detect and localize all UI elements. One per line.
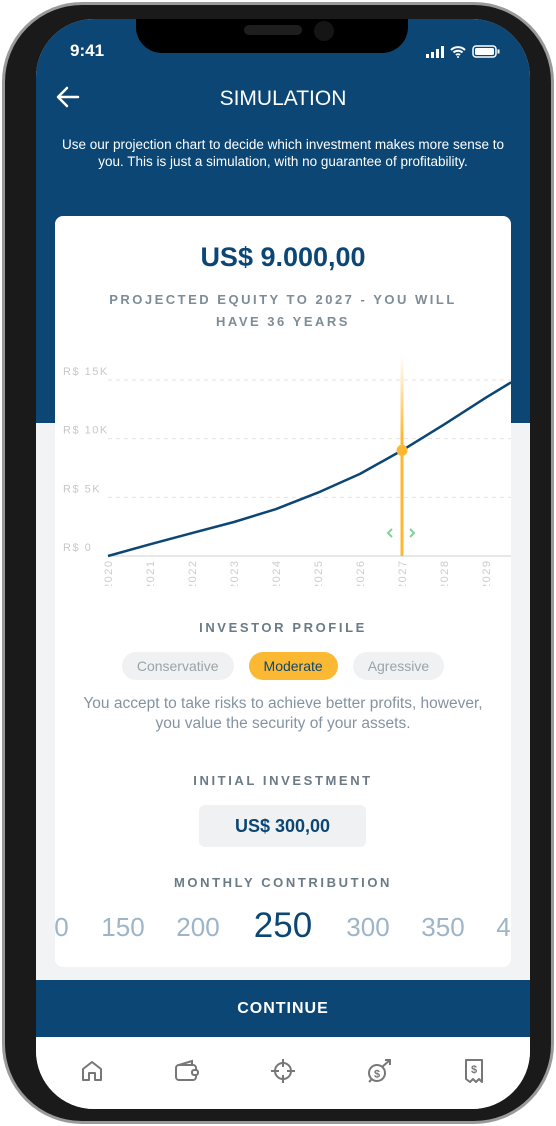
projected-amount: US$ 9.000,00 xyxy=(200,242,366,272)
contribution-option-selected[interactable]: 250 xyxy=(254,906,312,946)
x-tick-label: 2022 xyxy=(187,560,199,586)
selected-point xyxy=(396,444,408,456)
contribution-option[interactable]: 350 xyxy=(421,912,464,943)
monthly-contribution-picker[interactable]: 100 150 200 250 300 350 400 xyxy=(55,906,511,950)
selection-line xyxy=(400,356,404,556)
chevron-left-icon xyxy=(386,528,393,538)
projection-label: PROJECTED EQUITY TO 2027 - YOU WILL HAVE… xyxy=(109,292,457,329)
x-tick-label: 2029 xyxy=(481,560,493,586)
screen: 9:41 SIMULATION Use our projection chart… xyxy=(36,19,530,1109)
investment-growth-icon: $ xyxy=(367,1059,391,1083)
continue-button[interactable]: CONTINUE xyxy=(36,980,530,1037)
battery-icon xyxy=(472,45,500,58)
x-tick-label: 2024 xyxy=(271,560,283,586)
contribution-option[interactable]: 200 xyxy=(176,912,219,943)
profile-description: You accept to take risks to achieve bett… xyxy=(83,695,483,732)
contribution-option[interactable]: 300 xyxy=(346,912,389,943)
receipt-icon: $ xyxy=(465,1059,484,1083)
initial-investment-label: INITIAL INVESTMENT xyxy=(193,773,373,788)
page-title: SIMULATION xyxy=(219,87,347,110)
profile-conservative[interactable]: Conservative xyxy=(121,652,234,680)
profile-agressive[interactable]: Agressive xyxy=(352,652,445,680)
investor-profile-label: INVESTOR PROFILE xyxy=(199,620,367,635)
tab-bar: $ $ xyxy=(36,1037,530,1109)
x-tick-label: 2023 xyxy=(229,560,241,586)
phone-frame: 9:41 SIMULATION Use our projection chart… xyxy=(2,2,554,1124)
x-tick-label: 2025 xyxy=(313,560,325,586)
tab-goals[interactable] xyxy=(263,1051,303,1091)
x-tick-label: 2027 xyxy=(397,560,409,586)
x-tick-label: 2028 xyxy=(439,560,451,586)
contribution-option[interactable]: 150 xyxy=(101,912,144,943)
svg-text:$: $ xyxy=(471,1064,477,1076)
monthly-contribution-label: MONTHLY CONTRIBUTION xyxy=(173,875,393,890)
equity-line xyxy=(107,381,511,558)
intro-text: Use our projection chart to decide which… xyxy=(62,137,504,169)
contribution-option[interactable]: 400 xyxy=(496,912,511,943)
status-time: 9:41 xyxy=(70,41,105,60)
x-tick-label: 2021 xyxy=(145,560,157,586)
y-tick-label: R$ 0 xyxy=(63,542,92,554)
chevron-right-icon xyxy=(409,528,416,538)
tab-statements[interactable]: $ xyxy=(454,1051,494,1091)
svg-text:$: $ xyxy=(374,1069,380,1081)
status-icons xyxy=(426,45,500,58)
simulation-card: US$ 9.000,00 PROJECTED EQUITY TO 2027 - … xyxy=(55,216,511,967)
x-tick-label: 2020 xyxy=(103,560,115,586)
profile-moderate[interactable]: Moderate xyxy=(248,652,338,680)
tab-investments[interactable]: $ xyxy=(359,1051,399,1091)
projection-chart[interactable]: R$ 0 R$ 5K R$ 10K R$ 15K 2020 2021 2022 2023 202… xyxy=(55,346,511,586)
wifi-icon xyxy=(450,45,466,58)
target-icon xyxy=(270,1059,295,1083)
y-tick-label: R$ 10K xyxy=(63,425,109,437)
wallet-icon xyxy=(175,1059,200,1081)
x-tick-label: 2026 xyxy=(355,560,367,586)
profile-selector: Conservative Moderate Agressive xyxy=(55,652,511,680)
contribution-option[interactable]: 100 xyxy=(55,912,69,943)
home-icon xyxy=(81,1061,102,1081)
notch xyxy=(136,19,408,53)
y-tick-label: R$ 5K xyxy=(63,483,101,495)
tab-home[interactable] xyxy=(72,1051,112,1091)
initial-investment-input[interactable]: US$ 300,00 xyxy=(199,805,366,847)
tab-wallet[interactable] xyxy=(167,1051,207,1091)
y-tick-label: R$ 15K xyxy=(63,366,109,378)
signal-icon xyxy=(426,45,444,58)
